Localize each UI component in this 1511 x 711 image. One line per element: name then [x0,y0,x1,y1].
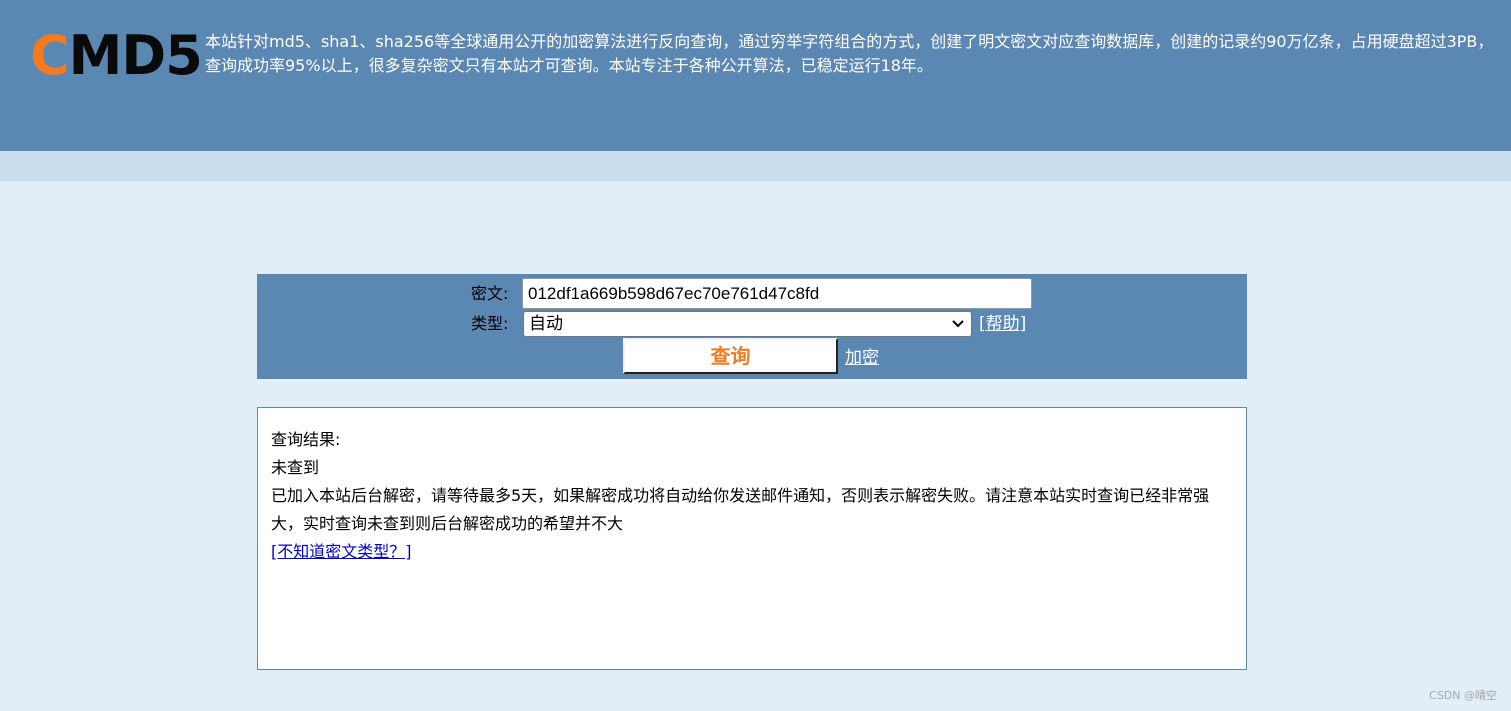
csdn-watermark: CSDN @晴空 [1429,689,1497,702]
type-label: 类型: [471,314,509,333]
nav-subbar [0,151,1511,181]
result-panel: 查询结果: 未查到 已加入本站后台解密，请等待最多5天，如果解密成功将自动给你发… [257,407,1247,670]
site-header: C MD5 本站针对md5、sha1、sha256等全球通用公开的加密算法进行反向… [0,0,1511,151]
cipher-input[interactable] [522,278,1032,309]
search-panel: 密文: 类型: 自动 [帮助] 查询 加密 [257,274,1247,379]
type-selected-value: 自动 [529,314,563,334]
result-status: 未查到 [271,458,320,477]
help-link[interactable]: [帮助] [979,314,1026,334]
logo-letter-c: C [30,24,70,87]
type-select[interactable]: 自动 [523,311,972,337]
encrypt-link[interactable]: 加密 [845,348,879,368]
site-description: 本站针对md5、sha1、sha256等全球通用公开的加密算法进行反向查询，通过… [205,32,1494,75]
chevron-down-icon [951,312,965,344]
logo-letters-md5: MD5 [68,24,203,87]
unknown-type-link[interactable]: [不知道密文类型？] [271,538,1233,566]
result-heading: 查询结果: [271,430,341,449]
cmd5-logo[interactable]: C MD5 [30,24,203,87]
cipher-label: 密文: [471,284,509,303]
result-detail: 已加入本站后台解密，请等待最多5天，如果解密成功将自动给你发送邮件通知，否则表示… [271,486,1210,533]
query-button[interactable]: 查询 [623,338,838,374]
